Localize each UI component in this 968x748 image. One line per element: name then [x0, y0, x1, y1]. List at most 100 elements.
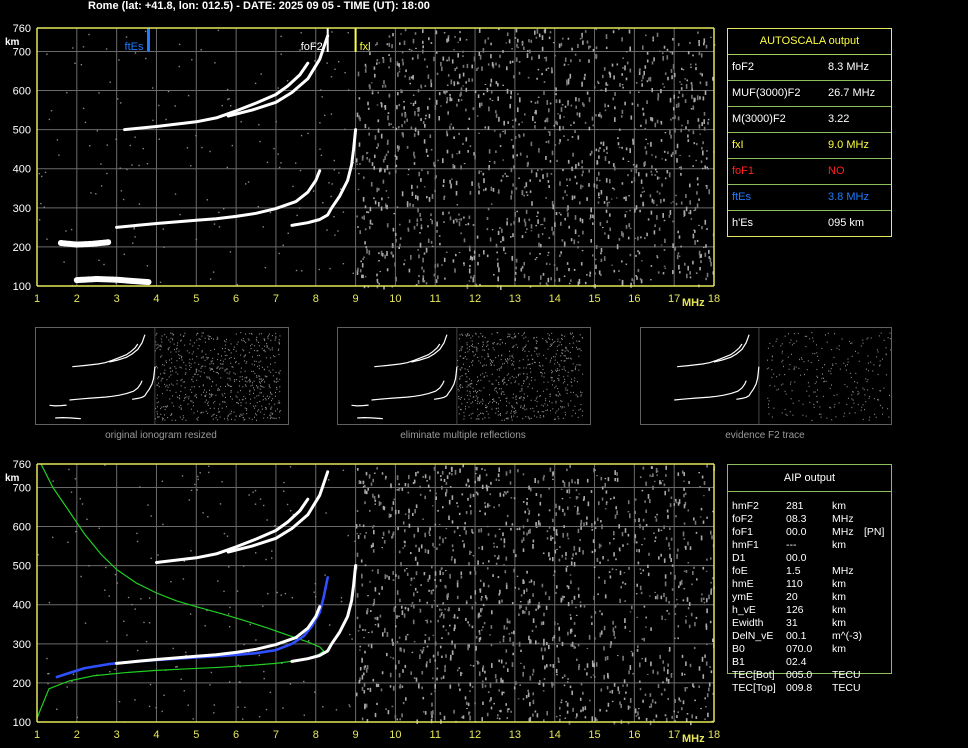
- thumb-noise: [219, 411, 221, 413]
- noise-dot: [337, 230, 339, 232]
- noise-dot: [529, 49, 531, 54]
- thumb-noise: [517, 375, 519, 377]
- thumb-noise: [534, 379, 536, 381]
- thumb-noise: [276, 408, 278, 410]
- noise-dot: [577, 479, 579, 485]
- noise-dot: [114, 573, 117, 576]
- noise-dot: [703, 481, 706, 485]
- noise-dot: [106, 144, 108, 146]
- thumb-noise: [267, 417, 269, 419]
- thumb-noise: [479, 362, 481, 364]
- noise-dot: [544, 591, 547, 595]
- thumb-noise: [515, 344, 517, 346]
- noise-dot: [554, 222, 556, 227]
- noise-dot: [392, 579, 395, 581]
- noise-dot: [431, 714, 433, 719]
- noise-dot: [187, 94, 190, 97]
- thumb-noise: [845, 369, 847, 371]
- noise-dot: [613, 269, 616, 273]
- noise-dot: [527, 161, 529, 166]
- noise-dot: [581, 173, 583, 177]
- noise-dot: [163, 246, 165, 248]
- thumb-noise: [524, 350, 526, 352]
- thumb-noise: [836, 347, 838, 349]
- thumb-noise: [269, 396, 271, 398]
- thumb-noise: [576, 340, 578, 342]
- thumb-noise: [477, 415, 479, 417]
- thumb-noise: [460, 369, 462, 371]
- noise-dot: [650, 279, 652, 281]
- thumb-noise: [788, 368, 790, 370]
- noise-dot: [361, 573, 363, 579]
- noise-dot: [631, 180, 633, 184]
- thumb-noise: [509, 350, 510, 352]
- noise-dot: [559, 545, 561, 548]
- thumb-noise: [465, 408, 466, 410]
- thumb-noise: [557, 369, 559, 372]
- noise-dot: [518, 71, 521, 75]
- thumb-noise: [190, 400, 192, 402]
- thumb-noise: [217, 387, 219, 390]
- thumb-noise: [256, 385, 257, 387]
- noise-dot: [704, 697, 706, 700]
- noise-dot: [475, 491, 478, 494]
- noise-dot: [493, 702, 495, 705]
- thumb-noise: [823, 377, 824, 379]
- noise-dot: [277, 87, 279, 89]
- noise-dot: [492, 188, 495, 192]
- noise-dot: [525, 191, 528, 194]
- noise-dot: [567, 139, 569, 141]
- thumb-noise: [562, 349, 564, 351]
- thumb-noise: [190, 339, 192, 341]
- noise-dot: [647, 564, 649, 568]
- noise-dot: [593, 595, 595, 600]
- noise-dot: [594, 611, 597, 614]
- thumb-noise: [790, 381, 792, 383]
- noise-dot: [696, 191, 698, 195]
- noise-dot: [582, 102, 584, 106]
- noise-dot: [678, 166, 681, 168]
- noise-dot: [428, 97, 431, 100]
- noise-dot: [259, 140, 261, 143]
- noise-dot: [554, 549, 557, 554]
- noise-dot: [56, 708, 58, 710]
- thumb-noise: [857, 390, 859, 393]
- thumb-noise: [251, 343, 253, 345]
- thumb-noise: [464, 368, 466, 370]
- noise-dot: [631, 605, 633, 610]
- noise-dot: [482, 626, 484, 629]
- thumb-noise: [776, 338, 778, 340]
- noise-dot: [690, 612, 693, 617]
- thumb-noise: [780, 384, 782, 386]
- thumb-noise: [170, 374, 172, 376]
- thumb-noise: [168, 376, 170, 378]
- noise-dot: [435, 492, 437, 495]
- noise-dot: [456, 218, 458, 223]
- thumb-noise: [862, 342, 864, 344]
- thumb-noise: [581, 410, 583, 412]
- noise-dot: [423, 280, 426, 283]
- noise-dot: [477, 479, 479, 482]
- thumb-noise: [536, 336, 538, 338]
- noise-dot: [708, 249, 710, 254]
- noise-dot: [384, 155, 386, 160]
- noise-dot: [392, 244, 394, 248]
- noise-dot: [515, 554, 517, 558]
- noise-dot: [500, 538, 502, 541]
- noise-dot: [501, 599, 503, 603]
- noise-dot: [540, 224, 542, 226]
- noise-dot: [600, 476, 603, 481]
- noise-dot: [500, 240, 502, 243]
- thumb-noise: [235, 395, 237, 397]
- noise-dot: [654, 701, 657, 704]
- noise-dot: [44, 171, 47, 174]
- noise-dot: [565, 567, 568, 572]
- noise-dot: [38, 219, 41, 221]
- thumb-noise: [207, 412, 209, 414]
- noise-dot: [506, 66, 508, 71]
- thumb-noise: [551, 379, 553, 381]
- noise-dot: [606, 686, 609, 690]
- thumb-noise: [575, 366, 577, 368]
- thumb-noise: [549, 338, 551, 340]
- thumb-noise: [279, 411, 281, 413]
